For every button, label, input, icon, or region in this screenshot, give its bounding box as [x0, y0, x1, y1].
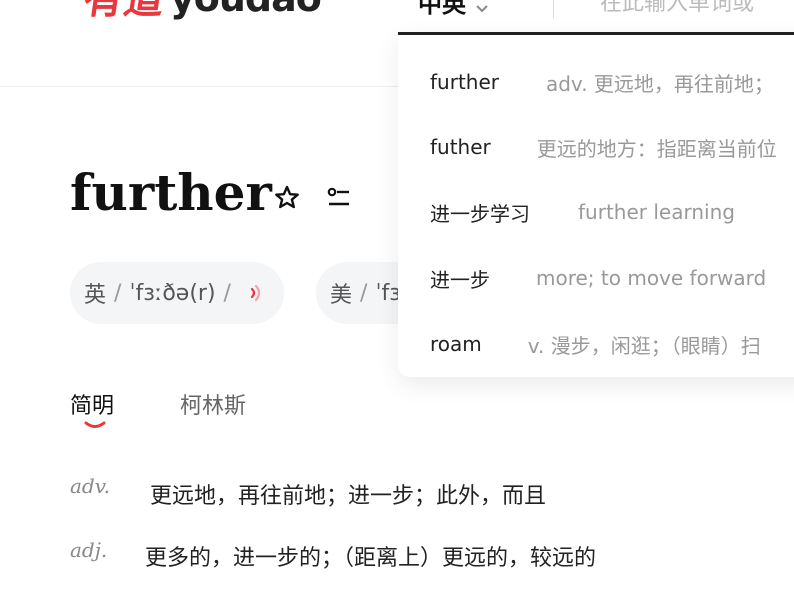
header-divider — [553, 0, 554, 18]
suggestion-item[interactable]: 进一步 more; to move forward — [398, 248, 794, 308]
wordlist-icon — [327, 187, 349, 206]
suggestion-desc: more; to move forward — [536, 266, 767, 290]
pron-uk-label: 英 — [84, 283, 107, 308]
suggestion-item[interactable]: roam v. 漫步，闲逛；（眼睛）扫 — [398, 314, 794, 374]
suggestion-desc: 更远的地方：指距离当前位 — [536, 136, 777, 161]
pron-separator: / — [223, 280, 231, 306]
suggestion-word: 进一步学习 — [430, 201, 530, 226]
entry-word: further — [70, 163, 272, 222]
suggestion-word: futher — [430, 135, 491, 159]
logo-cn-text: 有道 — [84, 0, 167, 23]
suggestion-word: roam — [430, 332, 482, 356]
search-input[interactable] — [600, 0, 794, 20]
wordlist-button[interactable] — [322, 180, 358, 214]
star-icon — [275, 185, 299, 209]
suggestion-item[interactable]: further adv. 更远地，再往前地； — [398, 52, 794, 112]
language-selector[interactable]: 中英 — [418, 0, 488, 22]
pronunciation-uk[interactable]: 英 / ˈfɜːðə(r) / — [70, 262, 284, 324]
def-text-adj: 更多的，进一步的；（距离上）更远的，较远的 — [145, 546, 597, 571]
def-text-adv: 更远地，再往前地；进一步；此外，而且 — [150, 484, 547, 509]
suggestion-item[interactable]: futher 更远的地方：指距离当前位 — [398, 117, 794, 177]
def-pos-adj: adj. — [70, 538, 108, 562]
logo-en-text: youdao — [170, 0, 321, 18]
suggestion-desc: v. 漫步，闲逛；（眼睛）扫 — [527, 333, 761, 358]
suggestion-item[interactable]: 进一步学习 further learning — [398, 182, 794, 242]
chevron-down-icon — [476, 0, 488, 22]
favorite-button[interactable] — [270, 180, 306, 214]
tab-brief[interactable]: 简明 — [70, 388, 114, 420]
suggestion-dropdown: further adv. 更远地，再往前地； futher 更远的地方：指距离当… — [398, 32, 794, 377]
suggestion-word: 进一步 — [430, 267, 490, 292]
active-tab-indicator — [84, 421, 106, 428]
language-label: 中英 — [418, 0, 466, 18]
youdao-logo[interactable]: 有道 youdao — [84, 0, 321, 32]
suggestion-word: further — [430, 70, 499, 94]
tab-collins[interactable]: 柯林斯 — [180, 388, 246, 420]
suggestion-desc: further learning — [578, 200, 735, 224]
pron-uk-ipa: ˈfɜːðə(r) — [129, 280, 216, 306]
def-pos-adv: adv. — [70, 474, 111, 498]
pron-separator: / — [114, 280, 122, 306]
pron-us-label: 美 — [330, 283, 353, 308]
pron-separator: / — [360, 280, 368, 306]
suggestion-desc: adv. 更远地，再往前地； — [545, 71, 774, 96]
speaker-icon[interactable] — [249, 283, 263, 303]
